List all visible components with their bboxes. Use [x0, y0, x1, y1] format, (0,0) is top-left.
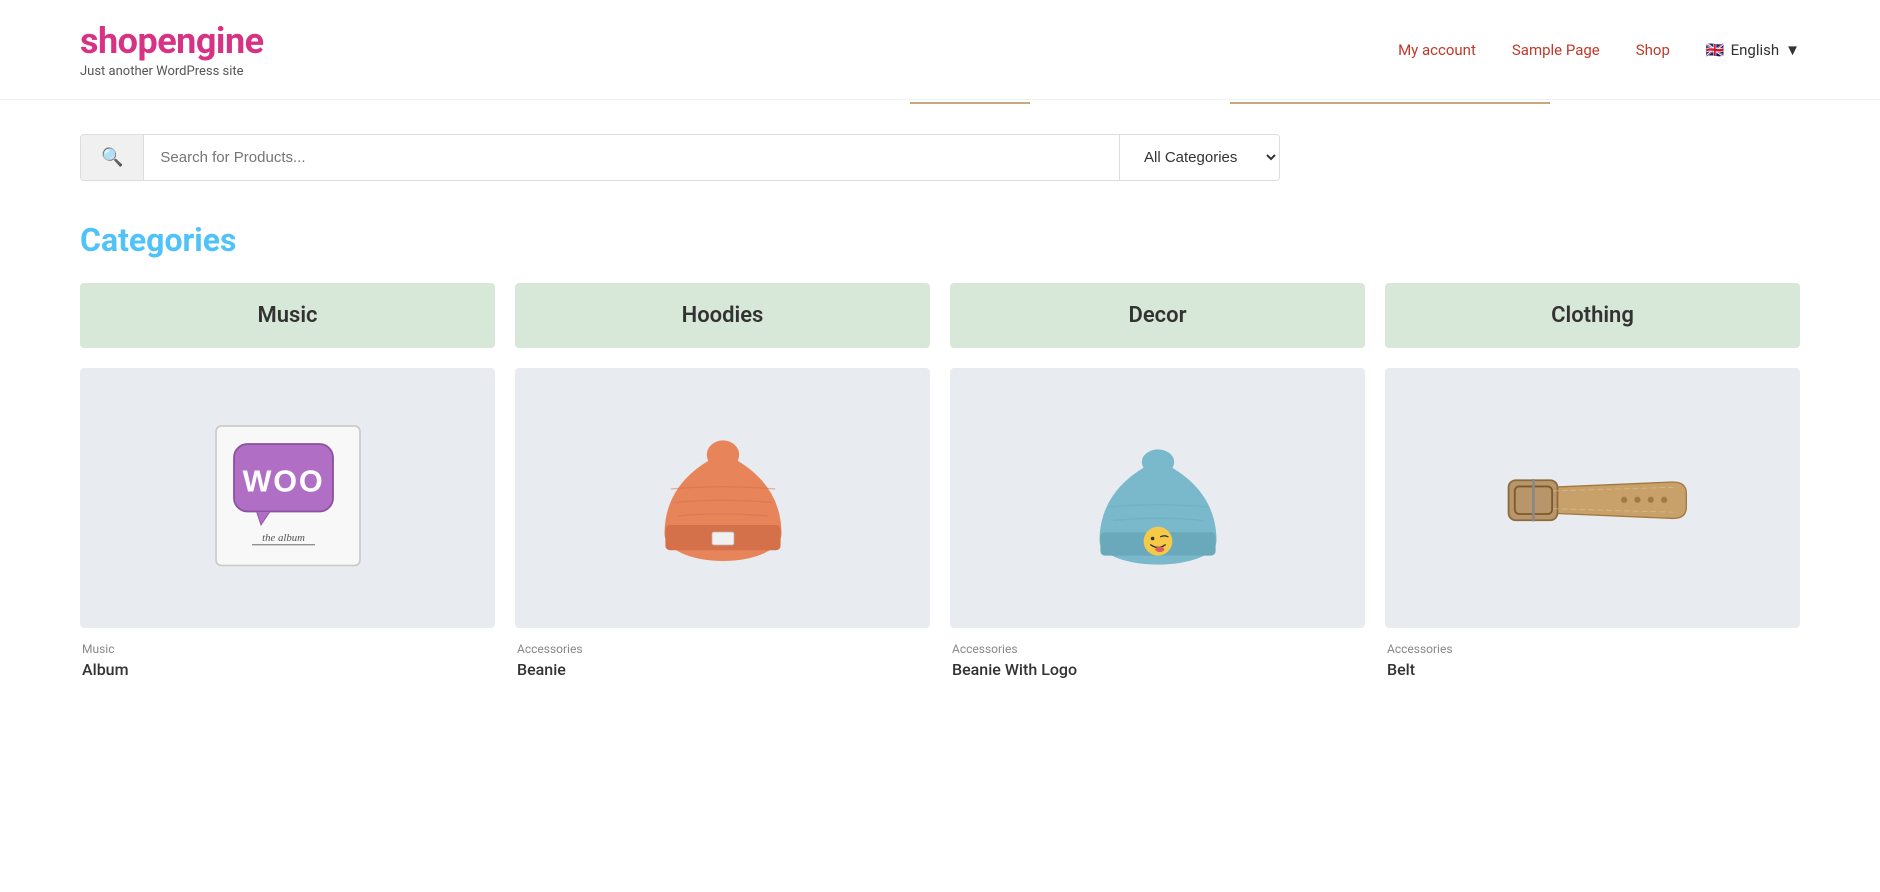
category-label-clothing: Clothing — [1551, 303, 1634, 328]
product-card-beanie-logo[interactable]: Accessories Beanie With Logo — [950, 368, 1365, 683]
chevron-down-icon: ▼ — [1785, 41, 1800, 59]
category-select[interactable]: All Categories Music Hoodies Decor Cloth… — [1119, 135, 1279, 180]
product-info-belt: Accessories Belt — [1385, 638, 1800, 683]
search-button[interactable]: 🔍 — [81, 135, 144, 180]
category-label-hoodies: Hoodies — [682, 303, 764, 328]
product-card-beanie[interactable]: Accessories Beanie — [515, 368, 930, 683]
product-card-album[interactable]: WOO the album Music Album — [80, 368, 495, 683]
main-content: Categories Music Hoodies Decor Clothing — [0, 211, 1880, 723]
search-bar: 🔍 All Categories Music Hoodies Decor Clo… — [80, 134, 1280, 181]
category-card-music[interactable]: Music — [80, 283, 495, 348]
product-image-album: WOO the album — [80, 368, 495, 628]
category-card-clothing[interactable]: Clothing — [1385, 283, 1800, 348]
product-image-belt — [1385, 368, 1800, 628]
categories-title: Categories — [80, 221, 1800, 259]
logo[interactable]: shopengine Just another WordPress site — [80, 20, 264, 79]
product-category-belt: Accessories — [1387, 642, 1798, 656]
navigation: My account Sample Page Shop 🇬🇧 English ▼ — [1398, 41, 1800, 59]
product-grid: WOO the album Music Album — [80, 368, 1800, 683]
svg-text:the album: the album — [262, 532, 305, 544]
search-section: 🔍 All Categories Music Hoodies Decor Clo… — [0, 114, 1880, 211]
product-image-beanie — [515, 368, 930, 628]
product-name-album: Album — [82, 660, 493, 679]
product-info-album: Music Album — [80, 638, 495, 683]
nav-my-account[interactable]: My account — [1398, 41, 1476, 59]
product-category-album: Music — [82, 642, 493, 656]
product-info-beanie: Accessories Beanie — [515, 638, 930, 683]
product-category-beanie-logo: Accessories — [952, 642, 1363, 656]
search-input[interactable] — [144, 135, 1119, 180]
svg-text:WOO: WOO — [242, 465, 324, 499]
belt-illustration — [1493, 418, 1693, 578]
nav-shop[interactable]: Shop — [1636, 41, 1670, 59]
search-icon: 🔍 — [101, 147, 123, 168]
product-category-beanie: Accessories — [517, 642, 928, 656]
category-label-decor: Decor — [1128, 303, 1186, 328]
underline-right — [1230, 102, 1550, 104]
album-illustration: WOO the album — [198, 408, 378, 588]
product-name-belt: Belt — [1387, 660, 1798, 679]
logo-subtitle: Just another WordPress site — [80, 64, 264, 79]
beanie-illustration — [633, 408, 813, 588]
product-card-belt[interactable]: Accessories Belt — [1385, 368, 1800, 683]
language-label: English — [1731, 41, 1780, 59]
category-card-decor[interactable]: Decor — [950, 283, 1365, 348]
language-selector[interactable]: 🇬🇧 English ▼ — [1706, 41, 1800, 59]
product-image-beanie-logo — [950, 368, 1365, 628]
category-card-hoodies[interactable]: Hoodies — [515, 283, 930, 348]
category-label-music: Music — [257, 303, 317, 328]
product-name-beanie-logo: Beanie With Logo — [952, 660, 1363, 679]
beanie-logo-illustration — [1068, 408, 1248, 588]
product-name-beanie: Beanie — [517, 660, 928, 679]
flag-icon: 🇬🇧 — [1706, 41, 1725, 59]
nav-sample-page[interactable]: Sample Page — [1512, 41, 1600, 59]
category-grid: Music Hoodies Decor Clothing — [80, 283, 1800, 348]
nav-underlines — [0, 100, 1880, 104]
logo-title: shopengine — [80, 20, 264, 62]
header: shopengine Just another WordPress site M… — [0, 0, 1880, 100]
product-info-beanie-logo: Accessories Beanie With Logo — [950, 638, 1365, 683]
underline-left — [910, 102, 1030, 104]
